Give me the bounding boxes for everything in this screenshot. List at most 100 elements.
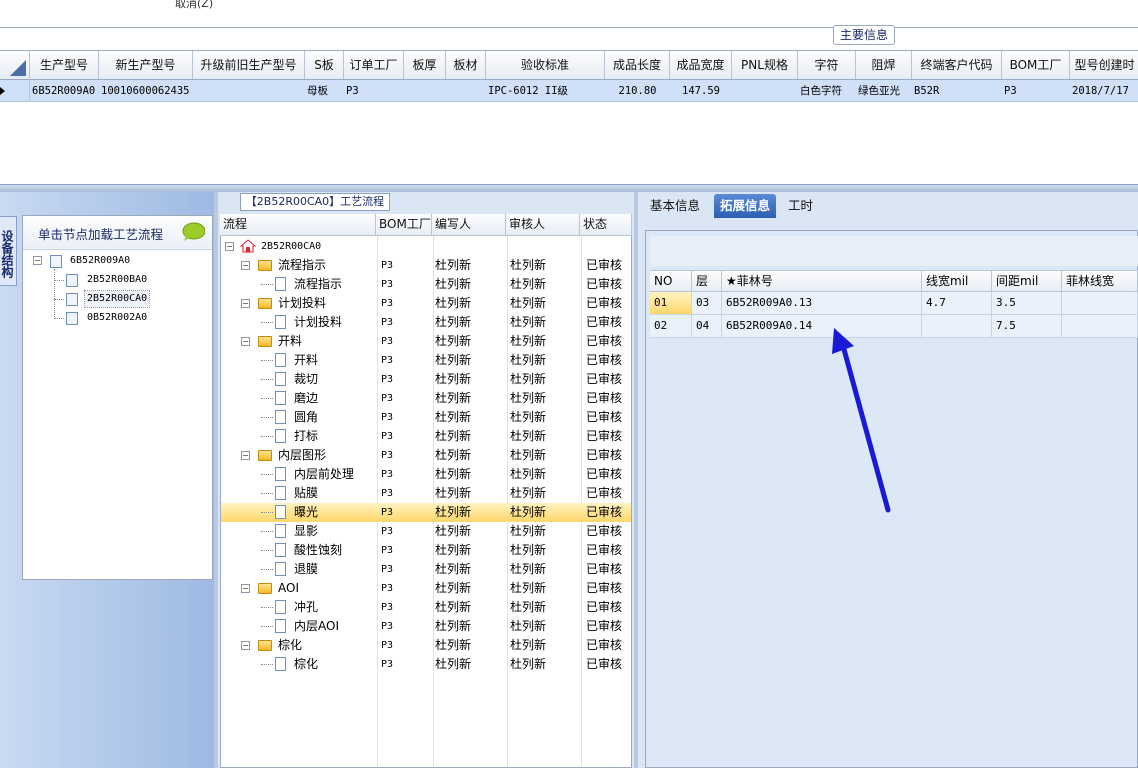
film-header-cell[interactable]: ★菲林号 — [722, 271, 922, 292]
tab-2[interactable]: 工时 — [782, 194, 819, 218]
process-name: 显影 — [294, 524, 319, 538]
main-grid-row[interactable]: 6B52R009A0 10010600062435 母板 P3 IPC-6012 II级… — [0, 80, 1138, 102]
process-row[interactable]: − 流程指示 P3 杜列新 杜列新 已审核 — [221, 256, 631, 275]
main-grid-cell: 6B52R009A0 — [32, 85, 96, 97]
main-grid-header-cell[interactable]: BOM工厂 — [1002, 51, 1070, 79]
tree-line — [54, 299, 64, 300]
main-grid-header: 生产型号 新生产型号 升级前旧生产型号 S板 订单工厂 板厚 板材 验收标准 成品长度 成品宽度 P… — [0, 50, 1138, 80]
process-row[interactable]: 显影 P3 杜列新 杜列新 已审核 — [221, 522, 631, 541]
process-row[interactable]: − 棕化 P3 杜列新 杜列新 已审核 — [221, 636, 631, 655]
tree-node[interactable]: 2B52R00CA0 — [83, 290, 151, 308]
grid-corner[interactable] — [0, 50, 30, 80]
status: 已审核 — [586, 372, 623, 386]
process-row[interactable]: 内层AOI P3 杜列新 杜列新 已审核 — [221, 617, 631, 636]
main-grid-header-cell[interactable]: 板材 — [446, 51, 486, 79]
process-header-cell[interactable]: 流程 — [220, 214, 376, 235]
process-header-cell[interactable]: 状态 — [580, 214, 632, 235]
process-row[interactable]: 棕化 P3 杜列新 杜列新 已审核 — [221, 655, 631, 674]
process-row[interactable]: − 计划投料 P3 杜列新 杜列新 已审核 — [221, 294, 631, 313]
tree-line — [261, 607, 273, 608]
film-header-cell[interactable]: 线宽mil — [922, 271, 992, 292]
process-row[interactable]: 酸性蚀刻 P3 杜列新 杜列新 已审核 — [221, 541, 631, 560]
main-grid-header-cell[interactable]: 成品宽度 — [670, 51, 732, 79]
film-header-cell[interactable]: 间距mil — [992, 271, 1062, 292]
tree-node[interactable]: 2B52R00BA0 — [87, 272, 147, 288]
document-icon — [275, 619, 286, 633]
process-row[interactable]: 曝光 P3 杜列新 杜列新 已审核 — [221, 503, 631, 522]
process-name: 棕化 — [294, 657, 319, 671]
process-row[interactable]: − 内层图形 P3 杜列新 杜列新 已审核 — [221, 446, 631, 465]
main-info-tab[interactable]: 主要信息 — [833, 25, 895, 45]
collapse-icon[interactable]: − — [241, 641, 250, 650]
status: 已审核 — [586, 467, 623, 481]
tab-1[interactable]: 拓展信息 — [714, 194, 777, 218]
writer: 杜列新 — [435, 391, 472, 405]
main-grid-header-cell[interactable]: PNL规格 — [732, 51, 798, 79]
reviewer: 杜列新 — [510, 486, 547, 500]
process-name: 圆角 — [294, 410, 319, 424]
process-row[interactable]: − AOI P3 杜列新 杜列新 已审核 — [221, 579, 631, 598]
process-header-cell[interactable]: 审核人 — [506, 214, 580, 235]
collapse-icon[interactable]: − — [241, 337, 250, 346]
tree-line — [54, 280, 64, 281]
status: 已审核 — [586, 524, 623, 538]
vertical-splitter-left[interactable] — [214, 192, 218, 768]
cancel-button[interactable]: 取消(Z) — [175, 0, 213, 11]
process-row[interactable]: − 开料 P3 杜列新 杜列新 已审核 — [221, 332, 631, 351]
collapse-icon[interactable]: − — [241, 451, 250, 460]
tree-node[interactable]: 0B52R002A0 — [87, 310, 147, 326]
process-row[interactable]: 冲孔 P3 杜列新 杜列新 已审核 — [221, 598, 631, 617]
main-grid-header-cell[interactable]: 生产型号 — [30, 51, 99, 79]
collapse-icon[interactable]: − — [241, 261, 250, 270]
process-name: 计划投料 — [294, 315, 343, 329]
main-grid-header-cell[interactable]: 板厚 — [404, 51, 446, 79]
tree-line — [261, 550, 273, 551]
process-row[interactable]: 开料 P3 杜列新 杜列新 已审核 — [221, 351, 631, 370]
main-grid-header-cell[interactable]: 升级前旧生产型号 — [193, 51, 305, 79]
main-grid-header-cell[interactable]: 阻焊 — [856, 51, 912, 79]
reviewer: 杜列新 — [510, 429, 547, 443]
process-row[interactable]: 内层前处理 P3 杜列新 杜列新 已审核 — [221, 465, 631, 484]
process-row[interactable]: 打标 P3 杜列新 杜列新 已审核 — [221, 427, 631, 446]
process-header-cell[interactable]: 编写人 — [432, 214, 506, 235]
main-grid-header-cell[interactable]: 新生产型号 — [99, 51, 193, 79]
main-grid-header-cell[interactable]: 验收标准 — [486, 51, 605, 79]
folder-icon — [258, 450, 272, 461]
top-toolbar — [0, 0, 1138, 10]
horizontal-splitter[interactable] — [0, 184, 1138, 192]
collapse-icon[interactable]: − — [241, 584, 250, 593]
process-row[interactable]: 磨边 P3 杜列新 杜列新 已审核 — [221, 389, 631, 408]
tab-0[interactable]: 基本信息 — [644, 194, 706, 218]
process-root-row[interactable]: − 2B52R00CA0 — [221, 237, 631, 256]
collapse-icon[interactable]: − — [33, 256, 42, 265]
film-header-cell[interactable]: 菲林线宽 — [1062, 271, 1138, 292]
process-row[interactable]: 计划投料 P3 杜列新 杜列新 已审核 — [221, 313, 631, 332]
tree-line — [261, 531, 273, 532]
main-grid-header-cell[interactable]: S板 — [305, 51, 344, 79]
process-name: 开料 — [278, 334, 303, 348]
vertical-splitter[interactable] — [634, 192, 638, 768]
collapse-icon[interactable]: − — [241, 299, 250, 308]
process-row[interactable]: 裁切 P3 杜列新 杜列新 已审核 — [221, 370, 631, 389]
collapse-icon[interactable]: − — [225, 242, 234, 251]
main-grid-header-cell[interactable]: 型号创建时 — [1070, 51, 1138, 79]
main-grid-header-cell[interactable]: 成品长度 — [605, 51, 670, 79]
process-header-cell[interactable]: BOM工厂 — [376, 214, 432, 235]
process-row[interactable]: 流程指示 P3 杜列新 杜列新 已审核 — [221, 275, 631, 294]
document-icon — [275, 524, 286, 538]
process-row[interactable]: 贴膜 P3 杜列新 杜列新 已审核 — [221, 484, 631, 503]
process-row[interactable]: 圆角 P3 杜列新 杜列新 已审核 — [221, 408, 631, 427]
process-grid-header: 流程 BOM工厂 编写人 审核人 状态 — [220, 214, 632, 236]
tree-node-root[interactable]: 6B52R009A0 — [70, 253, 130, 269]
main-grid-header-cell[interactable]: 订单工厂 — [344, 51, 404, 79]
device-structure-tab[interactable]: 设备结构 — [0, 216, 17, 286]
reviewer: 杜列新 — [510, 277, 547, 291]
main-grid-header-cell[interactable]: 终端客户代码 — [912, 51, 1002, 79]
main-grid-header-cell[interactable]: 字符 — [798, 51, 856, 79]
film-row[interactable]: 01 03 6B52R009A0.13 4.7 3.5 — [650, 292, 1138, 315]
film-header-cell[interactable]: NO — [650, 271, 692, 292]
film-header-cell[interactable]: 层 — [692, 271, 722, 292]
process-row[interactable]: 退膜 P3 杜列新 杜列新 已审核 — [221, 560, 631, 579]
status: 已审核 — [586, 486, 623, 500]
reviewer: 杜列新 — [510, 372, 547, 386]
